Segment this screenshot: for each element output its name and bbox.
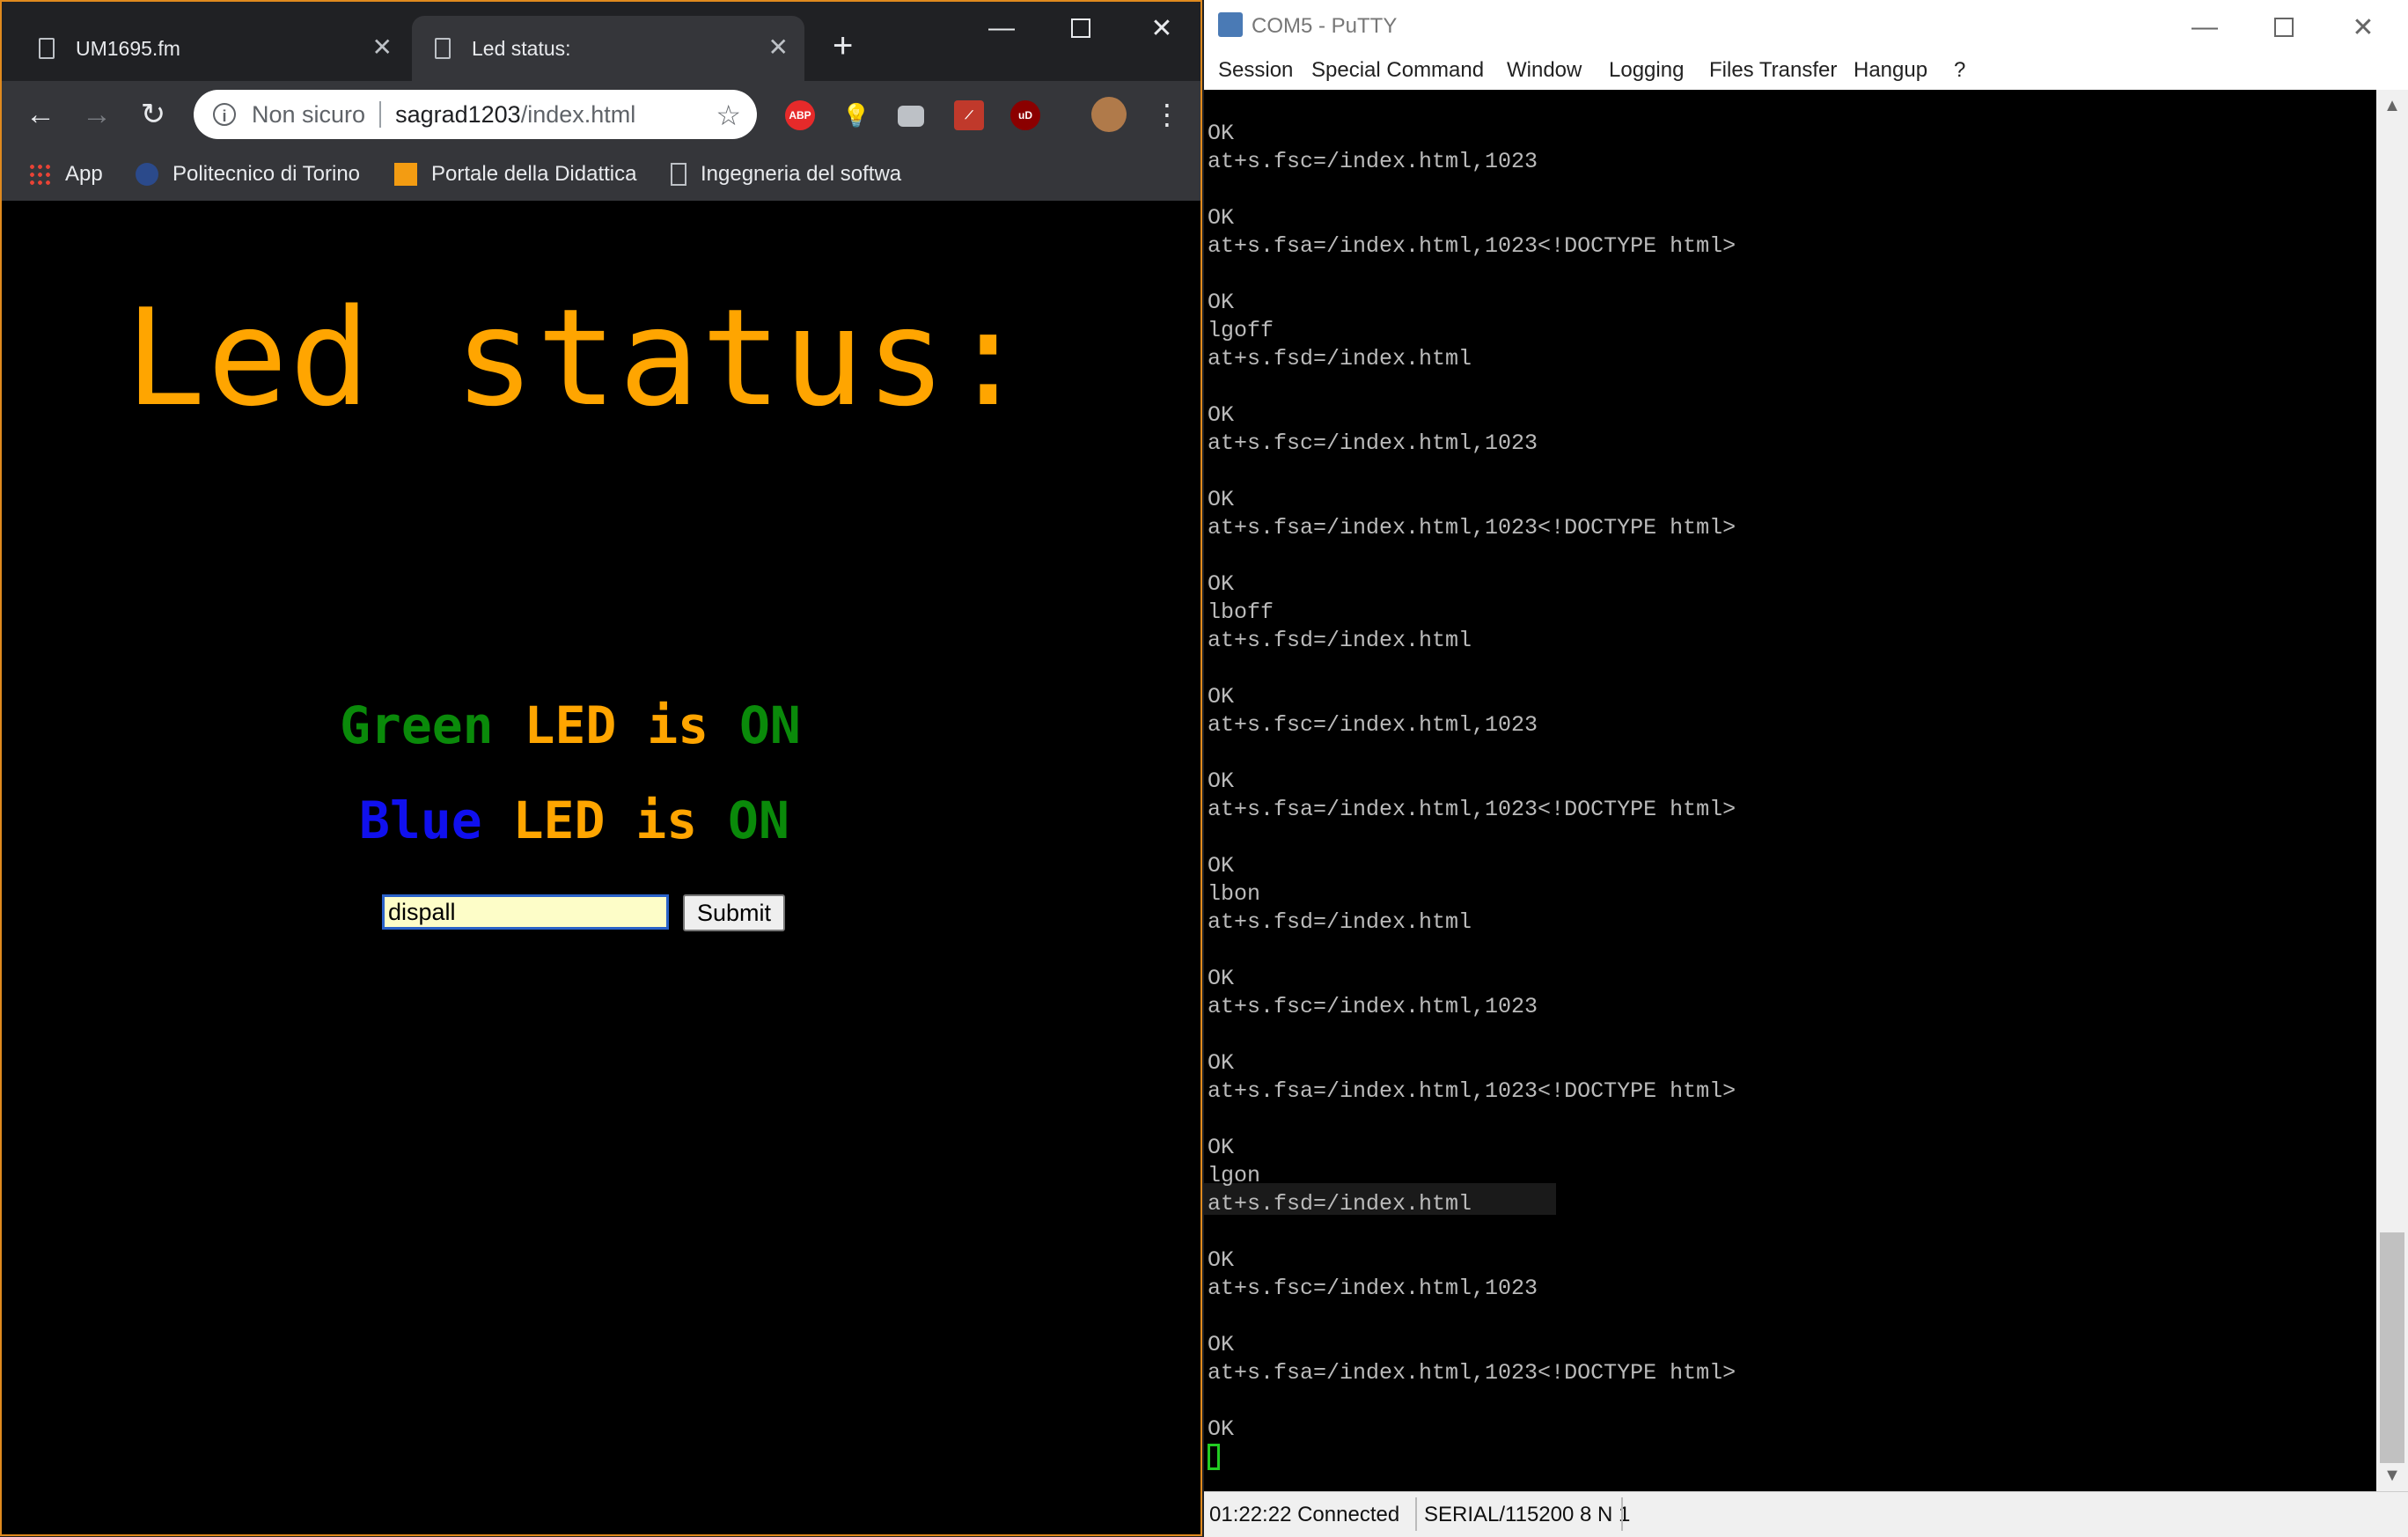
- window-title: COM5 - PuTTY: [1252, 14, 1398, 38]
- back-arrow-icon[interactable]: ←: [19, 93, 62, 136]
- maximize-icon[interactable]: [1042, 2, 1120, 55]
- browser-window: UM1695.fm ✕ Led status: ✕ + — ✕ ← → ↻ i …: [0, 0, 1202, 1536]
- terminal[interactable]: OK at+s.fsc=/index.html,1023 OK at+s.fsa…: [1204, 90, 2376, 1491]
- camera-icon[interactable]: [898, 106, 924, 127]
- led-is-text: LED is: [524, 695, 709, 755]
- document-icon: [435, 38, 451, 59]
- maximize-icon[interactable]: [2244, 7, 2324, 48]
- security-label: Non sicuro: [252, 100, 366, 128]
- close-tab-icon[interactable]: ✕: [768, 35, 789, 60]
- minimize-icon[interactable]: —: [2165, 7, 2244, 48]
- bookmark-star-icon[interactable]: ☆: [716, 99, 741, 132]
- bookmark-portale[interactable]: Portale della Didattica: [394, 158, 639, 190]
- tab-strip: UM1695.fm ✕ Led status: ✕ + — ✕: [2, 2, 1200, 81]
- tab-led-status[interactable]: Led status: ✕: [412, 16, 804, 81]
- info-icon[interactable]: i: [213, 103, 236, 126]
- scroll-up-icon[interactable]: ▲: [2376, 90, 2408, 121]
- menu-special-command[interactable]: Special Command: [1311, 58, 1484, 83]
- url-host: sagrad1203: [395, 100, 521, 128]
- pdf-icon[interactable]: ⟋: [954, 100, 984, 130]
- tab-title: Led status:: [472, 36, 571, 60]
- address-bar[interactable]: i Non sicuro sagrad1203/index.html ☆: [194, 90, 757, 139]
- scrollbar[interactable]: ▲ ▼: [2376, 90, 2408, 1491]
- putty-titlebar: COM5 - PuTTY — ✕: [1204, 0, 2408, 55]
- blue-word: Blue: [359, 791, 482, 850]
- blue-state: ON: [728, 791, 789, 850]
- forward-arrow-icon[interactable]: →: [76, 93, 118, 136]
- menu-window[interactable]: Window: [1507, 58, 1582, 83]
- tab-um1695[interactable]: UM1695.fm ✕: [16, 16, 408, 81]
- scroll-thumb[interactable]: [2380, 1232, 2404, 1463]
- serial-settings: SERIAL/115200 8 N 1: [1424, 1503, 1631, 1526]
- close-window-icon[interactable]: ✕: [2324, 7, 2403, 48]
- lightbulb-icon[interactable]: 💡: [841, 100, 871, 130]
- ublock-icon[interactable]: uD: [1010, 100, 1040, 130]
- menu-logging[interactable]: Logging: [1609, 58, 1684, 83]
- document-icon: [39, 38, 55, 59]
- page-title: Led status:: [125, 280, 1031, 436]
- menu-session[interactable]: Session: [1218, 58, 1293, 83]
- url-path: /index.html: [520, 100, 636, 128]
- minimize-icon[interactable]: —: [963, 2, 1040, 55]
- green-word: Green: [340, 695, 494, 755]
- led-is-text: LED is: [512, 791, 698, 850]
- connection-status: 01:22:22 Connected: [1209, 1503, 1400, 1526]
- close-window-icon[interactable]: ✕: [1123, 2, 1200, 55]
- submit-button[interactable]: Submit: [683, 894, 785, 931]
- avatar[interactable]: [1091, 97, 1127, 132]
- divider: [379, 101, 382, 128]
- bookmarks-bar: App Politecnico di Torino Portale della …: [2, 148, 1200, 201]
- bookmark-polito[interactable]: Politecnico di Torino: [136, 158, 360, 190]
- adblock-plus-icon[interactable]: ABP: [785, 100, 815, 130]
- divider: [1415, 1497, 1417, 1531]
- bookmark-app[interactable]: App: [28, 158, 103, 190]
- menu-bar: Session Special Command Window Logging F…: [1204, 55, 2408, 90]
- new-tab-icon[interactable]: +: [833, 28, 853, 63]
- menu-files-transfer[interactable]: Files Transfer: [1709, 58, 1837, 83]
- command-input[interactable]: [382, 894, 669, 930]
- green-led-status: Green LED is ON: [340, 695, 801, 755]
- divider: [1621, 1497, 1623, 1531]
- terminal-cursor: [1208, 1444, 1220, 1470]
- page-icon: [671, 163, 686, 186]
- menu-kebab-icon[interactable]: ⋮: [1146, 93, 1188, 136]
- scroll-down-icon[interactable]: ▼: [2376, 1460, 2408, 1491]
- tab-title: UM1695.fm: [76, 36, 180, 60]
- putty-app-icon: [1218, 12, 1243, 37]
- apps-grid-icon: [28, 163, 51, 186]
- close-tab-icon[interactable]: ✕: [372, 35, 393, 60]
- blue-led-status: Blue LED is ON: [359, 791, 789, 850]
- page-content: Led status: Green LED is ON Blue LED is …: [2, 201, 1200, 1534]
- polito-logo-icon: [136, 163, 158, 186]
- menu-hangup[interactable]: Hangup: [1854, 58, 1927, 83]
- menu-help[interactable]: ?: [1954, 58, 1965, 83]
- didattica-logo-icon: [394, 163, 417, 186]
- reload-icon[interactable]: ↻: [132, 93, 174, 136]
- browser-toolbar: ← → ↻ i Non sicuro sagrad1203/index.html…: [2, 81, 1200, 148]
- green-state: ON: [738, 695, 801, 755]
- terminal-output: OK at+s.fsc=/index.html,1023 OK at+s.fsa…: [1208, 121, 1736, 1442]
- bookmark-ingegneria[interactable]: Ingegneria del softwa: [671, 158, 910, 190]
- status-bar: 01:22:22 Connected SERIAL/115200 8 N 1: [1204, 1491, 2408, 1537]
- putty-window: COM5 - PuTTY — ✕ Session Special Command…: [1204, 0, 2408, 1537]
